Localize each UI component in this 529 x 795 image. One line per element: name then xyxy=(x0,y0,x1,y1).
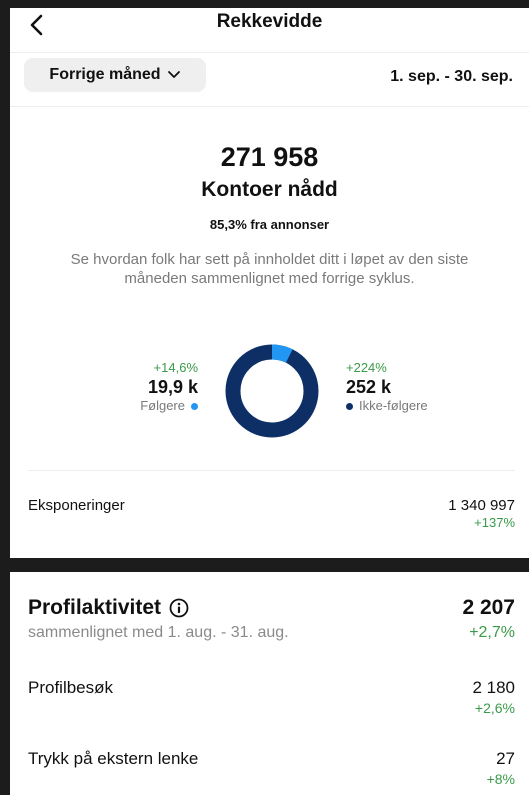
profile-activity-panel: Profilaktivitet sammenlignet med 1. aug.… xyxy=(10,572,529,795)
impressions-label[interactable]: Eksponeringer xyxy=(28,497,125,514)
non-followers-segment xyxy=(225,344,319,438)
impressions-change: +137% xyxy=(474,515,515,530)
followers-donut-chart xyxy=(225,344,319,438)
divider xyxy=(10,106,529,107)
followers-label-row: Følgere xyxy=(140,398,198,414)
followers-stat: +14,6% 19,9 k Følgere xyxy=(140,360,198,414)
ads-share-text: 85,3% fra annonser xyxy=(209,217,330,232)
non-followers-change: +224% xyxy=(346,360,387,375)
non-followers-legend-dot xyxy=(346,402,353,410)
profile-visits-label[interactable]: Profilbesøk xyxy=(28,678,113,698)
profile-visits-value: 2 180 xyxy=(472,678,515,697)
reach-panel: Rekkevidde Forrige måned 1. sep. - 30. s… xyxy=(10,8,529,558)
profile-activity-header: Profilaktivitet xyxy=(28,596,189,620)
external-link-taps-change: +8% xyxy=(486,771,515,787)
external-link-taps-label[interactable]: Trykk på ekstern lenke xyxy=(28,749,198,769)
non-followers-value: 252 k xyxy=(346,377,392,397)
external-link-taps-value: 27 xyxy=(496,749,515,768)
reach-description: Se hvordan folk har sett på innholdet di… xyxy=(70,251,469,287)
accounts-reached-count: 271 958 xyxy=(220,142,319,172)
followers-change: +14,6% xyxy=(153,360,198,375)
page-title: Rekkevidde xyxy=(216,11,323,32)
info-icon[interactable] xyxy=(169,598,189,618)
profile-activity-total-change: +2,7% xyxy=(469,624,515,641)
profile-activity-comparison: sammenlignet med 1. aug. - 31. aug. xyxy=(28,624,289,641)
non-followers-label-row: Ikke-følgere xyxy=(346,398,428,414)
non-followers-stat: +224% 252 k Ikke-følgere xyxy=(346,360,428,414)
profile-activity-total: 2 207 xyxy=(462,596,515,619)
divider xyxy=(28,470,515,471)
date-range: 1. sep. - 30. sep. xyxy=(390,68,513,85)
followers-value: 19,9 k xyxy=(147,377,198,397)
header: Rekkevidde xyxy=(10,8,529,53)
period-label: Forrige måned xyxy=(49,66,161,83)
chevron-down-icon xyxy=(167,68,181,82)
non-followers-label: Ikke-følgere xyxy=(359,398,428,413)
impressions-value: 1 340 997 xyxy=(448,497,515,514)
followers-legend-dot xyxy=(191,402,198,410)
profile-activity-title: Profilaktivitet xyxy=(28,596,162,619)
period-dropdown-button[interactable]: Forrige måned xyxy=(24,58,206,92)
accounts-reached-label: Kontoer nådd xyxy=(201,178,338,201)
followers-label: Følgere xyxy=(140,398,185,413)
profile-visits-change: +2,6% xyxy=(474,700,515,716)
